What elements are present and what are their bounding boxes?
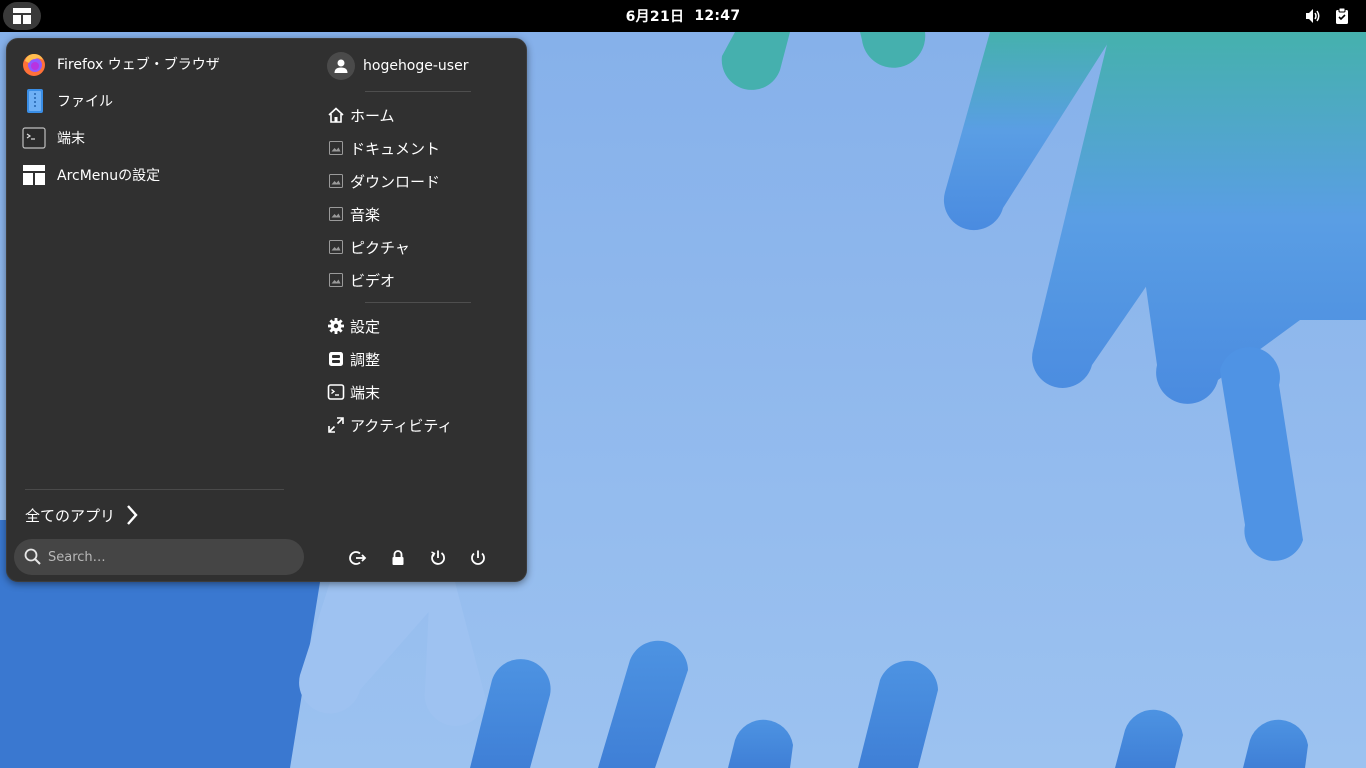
lock-button[interactable] xyxy=(387,547,409,569)
gear-icon xyxy=(328,318,344,334)
session-buttons xyxy=(347,547,497,571)
search-box[interactable] xyxy=(14,539,304,575)
terminal-icon xyxy=(22,127,46,149)
power-button[interactable] xyxy=(467,547,489,569)
app-item-arcmenu-settings[interactable]: ArcMenuの設定 xyxy=(21,158,311,192)
tweaks-icon xyxy=(329,352,343,366)
shortcut-label: 設定 xyxy=(350,317,381,336)
place-item-pictures[interactable]: ピクチャ xyxy=(327,232,507,262)
app-label: ファイル xyxy=(57,94,113,110)
app-item-firefox[interactable]: Firefox ウェブ・ブラウザ xyxy=(21,47,311,81)
separator xyxy=(365,91,471,92)
separator xyxy=(25,489,284,490)
place-item-documents[interactable]: ドキュメント xyxy=(327,133,507,163)
place-item-home[interactable]: ホーム xyxy=(327,100,507,130)
folder-icon xyxy=(329,141,343,155)
firefox-icon xyxy=(23,54,45,76)
place-item-music[interactable]: 音楽 xyxy=(327,199,507,229)
logout-icon xyxy=(349,551,367,565)
shortcut-item-tweaks[interactable]: 調整 xyxy=(327,344,507,374)
app-label: Firefox ウェブ・ブラウザ xyxy=(57,57,220,73)
volume-icon[interactable] xyxy=(1304,7,1322,25)
place-label: ドキュメント xyxy=(350,139,441,158)
clock-date: 6月21日 xyxy=(625,9,685,25)
app-item-terminal[interactable]: 端末 xyxy=(21,121,311,155)
shortcut-label: 調整 xyxy=(350,350,381,369)
app-label: 端末 xyxy=(57,131,85,147)
shortcut-label: アクティビティ xyxy=(350,416,453,435)
user-icon xyxy=(334,59,348,73)
folder-icon xyxy=(329,273,343,287)
folder-icon xyxy=(329,240,343,254)
activities-expand-icon xyxy=(328,417,344,433)
shortcut-item-activities[interactable]: アクティビティ xyxy=(327,410,507,440)
logout-button[interactable] xyxy=(347,547,369,569)
shortcut-item-terminal[interactable]: 端末 xyxy=(327,377,507,407)
all-apps-label: 全てのアプリ xyxy=(25,506,116,525)
separator xyxy=(365,302,471,303)
user-button[interactable]: hogehoge-user xyxy=(327,51,507,81)
chevron-right-icon xyxy=(127,505,138,525)
place-label: ダウンロード xyxy=(350,172,441,191)
user-name: hogehoge-user xyxy=(363,58,469,74)
shortcut-item-settings[interactable]: 設定 xyxy=(327,311,507,341)
home-icon xyxy=(328,107,344,123)
place-label: ホーム xyxy=(350,106,395,125)
app-label: ArcMenuの設定 xyxy=(57,168,161,184)
search-icon xyxy=(24,548,41,565)
clock-time: 12:47 xyxy=(694,8,741,24)
terminal-icon xyxy=(327,384,345,400)
arc-menu: Firefox ウェブ・ブラウザ ファイル 端末 ArcMenuの設定 全てのア… xyxy=(6,38,527,582)
top-bar: 6月21日 12:47 xyxy=(0,0,1366,32)
restart-icon xyxy=(431,550,445,565)
arcmenu-icon xyxy=(23,165,45,185)
avatar xyxy=(327,52,355,80)
clipboard-icon[interactable] xyxy=(1333,7,1351,25)
place-label: ピクチャ xyxy=(350,238,410,257)
place-item-videos[interactable]: ビデオ xyxy=(327,265,507,295)
all-apps-button[interactable]: 全てのアプリ xyxy=(25,499,165,531)
lock-icon xyxy=(392,550,404,565)
app-item-files[interactable]: ファイル xyxy=(21,84,311,118)
search-input[interactable] xyxy=(48,549,278,565)
power-icon xyxy=(471,550,485,565)
place-label: 音楽 xyxy=(350,205,381,224)
folder-icon xyxy=(329,207,343,221)
place-item-downloads[interactable]: ダウンロード xyxy=(327,166,507,196)
restart-button[interactable] xyxy=(427,547,449,569)
place-label: ビデオ xyxy=(350,271,396,290)
files-icon xyxy=(27,89,43,113)
clock[interactable]: 6月21日 12:47 xyxy=(0,0,1366,32)
folder-icon xyxy=(329,174,343,188)
shortcut-label: 端末 xyxy=(350,383,381,402)
